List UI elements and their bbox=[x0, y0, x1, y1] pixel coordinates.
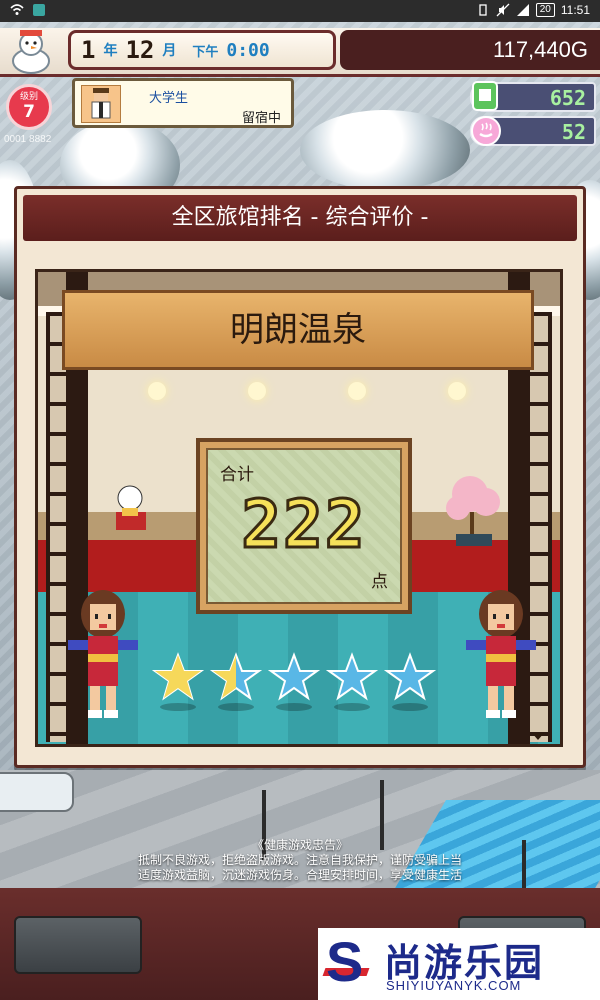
hostess-right bbox=[466, 584, 536, 724]
snowy-tree bbox=[300, 110, 470, 190]
logo-url-text: SHIYIUYANYK.COM bbox=[386, 978, 522, 993]
year-unit: 年 bbox=[103, 43, 118, 59]
corner-id-text: 0001 8882 bbox=[4, 134, 52, 145]
date-time-panel: 1 年 12 月 下午 0:00 bbox=[68, 30, 336, 70]
rating-star bbox=[268, 652, 320, 711]
ranking-scene: 明朗温泉 合计 222 点 bbox=[35, 269, 563, 747]
onsen-count: 52 bbox=[561, 120, 586, 144]
onsen-counter[interactable]: 52 bbox=[470, 116, 596, 146]
health-notice-title: 《健康游戏忠告》 bbox=[251, 838, 348, 852]
ticket-count: 652 bbox=[549, 86, 586, 110]
system-status-bar: 20 11:51 bbox=[0, 0, 600, 22]
logo-mark: S bbox=[326, 930, 364, 993]
star-rating bbox=[152, 652, 436, 712]
game-clock: 0:00 bbox=[226, 39, 270, 61]
site-watermark-logo: S 尚游乐园 SHIYIUYANYK.COM bbox=[318, 928, 600, 1000]
parked-car bbox=[0, 772, 74, 812]
health-notice-line-2: 适度游戏益脑，沉迷游戏伤身。合理安排时间，享受健康生活 bbox=[137, 868, 462, 882]
am-pm-label: 下午 bbox=[192, 44, 219, 60]
year-number: 1 bbox=[81, 36, 96, 64]
money-panel: 117,440G bbox=[340, 30, 600, 70]
signal-icon bbox=[516, 3, 530, 17]
app-notification-icon bbox=[32, 3, 46, 17]
lucky-cat-figure bbox=[110, 478, 150, 538]
left-menu-button[interactable] bbox=[14, 916, 142, 974]
vibrate-icon bbox=[476, 3, 490, 17]
hostess-left bbox=[68, 584, 138, 724]
health-notice: 《健康游戏忠告》 抵制不良游戏，拒绝盗版游戏。注意自我保护，谨防受骗上当 适度游… bbox=[0, 838, 600, 883]
rank-value: 7 bbox=[23, 102, 35, 122]
guest-status: 留宿中 bbox=[241, 111, 281, 126]
rating-star bbox=[384, 652, 436, 711]
score-panel: 合计 222 点 bbox=[196, 438, 412, 614]
rating-star bbox=[210, 652, 262, 711]
rating-star bbox=[152, 652, 204, 711]
rating-star bbox=[326, 652, 378, 711]
continue-arrow-icon[interactable] bbox=[532, 733, 544, 740]
ceiling-lamp bbox=[248, 382, 266, 400]
cherry-bonsai bbox=[440, 472, 510, 552]
guest-avatar bbox=[81, 85, 121, 123]
status-time: 11:51 bbox=[560, 3, 590, 17]
rank-badge[interactable]: 级别 7 bbox=[6, 84, 52, 130]
score-label: 合计 bbox=[220, 465, 254, 485]
dialog-title: 全区旅馆排名 - 综合评价 - bbox=[23, 195, 577, 241]
ticket-counter[interactable]: 652 bbox=[470, 80, 596, 114]
ceiling-lamp bbox=[448, 382, 466, 400]
health-notice-line-1: 抵制不良游戏，拒绝盗版游戏。注意自我保护，谨防受骗上当 bbox=[137, 853, 462, 867]
wifi-icon bbox=[10, 3, 24, 17]
month-number: 12 bbox=[125, 36, 155, 64]
guest-name: 大学生 bbox=[149, 91, 189, 106]
inn-name-board: 明朗温泉 bbox=[62, 290, 534, 370]
ceiling-lamp bbox=[348, 382, 366, 400]
onsen-icon bbox=[470, 114, 502, 148]
total-score: 222 bbox=[240, 485, 367, 565]
money-amount: 117,440G bbox=[492, 37, 588, 62]
score-unit: 点 bbox=[371, 572, 388, 592]
ticket-icon bbox=[470, 80, 502, 114]
inn-ranking-dialog[interactable]: 全区旅馆排名 - 综合评价 - 明朗温泉 合计 222 点 bbox=[14, 186, 586, 768]
month-unit: 月 bbox=[162, 43, 177, 59]
guest-card[interactable]: 大学生 留宿中 bbox=[72, 78, 294, 128]
snowman-icon bbox=[6, 28, 56, 74]
ceiling-lamp bbox=[148, 382, 166, 400]
mute-icon bbox=[496, 3, 510, 17]
battery-indicator: 20 bbox=[535, 3, 555, 17]
